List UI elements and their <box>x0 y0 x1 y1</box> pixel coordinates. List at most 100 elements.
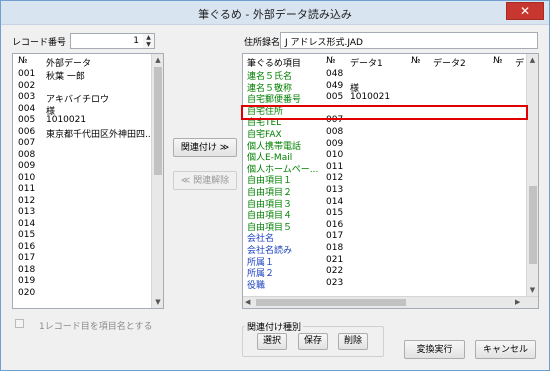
list-item[interactable]: 015 <box>13 230 151 241</box>
record-number-field[interactable]: 1 <box>70 33 144 49</box>
grid-scroll-left-icon[interactable]: ◀ <box>245 298 250 306</box>
table-row[interactable]: 連名５敬称 049 様 <box>243 80 525 94</box>
link-button[interactable]: 関連付け ≫ <box>173 138 237 157</box>
external-data-header: № 外部データ <box>13 54 163 69</box>
col-item: 筆ぐるめ項目 <box>247 59 301 69</box>
grid-vertical-scrollbar[interactable]: ▲ ▼ <box>526 54 538 296</box>
table-row[interactable]: 自宅FAX 008 <box>243 127 525 140</box>
list-item[interactable]: 007 <box>13 138 151 149</box>
unlink-button[interactable]: ≪ 関連解除 <box>173 171 237 190</box>
close-button[interactable]: ✕ <box>506 2 544 20</box>
list-item[interactable]: 008 <box>13 150 151 161</box>
external-data-list[interactable]: № 外部データ 001 秋葉 一郎 002 003 アキバイチロウ 004 様 005 1010… <box>12 53 164 309</box>
grid-horizontal-scrollbar[interactable]: ◀ ▶ <box>243 296 538 308</box>
table-row[interactable]: 自宅郵便番号 005 1010021 <box>243 92 525 105</box>
col-data-1: データ1 <box>350 59 383 69</box>
list-item[interactable]: 018 <box>13 265 151 276</box>
table-row[interactable]: 個人E-Mail 010 <box>243 150 525 163</box>
col-no-3: № <box>493 56 503 66</box>
list-item[interactable]: 010 <box>13 173 151 184</box>
list-item-no: 013 <box>18 207 36 217</box>
table-row[interactable]: 連名５氏名 048 <box>243 69 525 82</box>
selected-row-highlight <box>241 105 528 120</box>
item-no: 015 <box>326 208 344 219</box>
address-book-label: 住所録名 <box>244 38 281 48</box>
table-row[interactable]: 所属２ 022 <box>243 266 525 279</box>
select-button[interactable]: 選択 <box>257 333 287 350</box>
item-no: 018 <box>326 243 344 253</box>
item-no: 021 <box>326 254 344 265</box>
title-bar: 筆ぐるめ - 外部データ読み込み ✕ <box>1 1 549 25</box>
table-row[interactable]: 自由項目３ 014 <box>243 197 525 210</box>
list-item[interactable]: 001 秋葉 一郎 <box>13 69 151 82</box>
grid-scroll-thumb[interactable] <box>529 186 537 264</box>
table-row[interactable]: 役職 023 <box>243 278 525 291</box>
table-row[interactable]: 所属１ 021 <box>243 254 525 268</box>
table-row[interactable]: 個人携帯電話 009 <box>243 139 525 152</box>
list-item-no: 016 <box>18 241 36 252</box>
record-number-stepper[interactable]: ▲ ▼ <box>143 33 155 49</box>
first-record-header-checkbox[interactable] <box>15 319 24 328</box>
item-no: 049 <box>326 80 344 91</box>
list-item-no: 007 <box>18 138 36 148</box>
grid-scroll-right-icon[interactable]: ▶ <box>515 298 520 306</box>
left-list-scrollbar[interactable]: ▲ ▼ <box>151 54 163 308</box>
item-no: 022 <box>326 266 344 277</box>
table-row[interactable]: 会社名読み 018 <box>243 243 525 256</box>
list-item-no: 014 <box>18 218 36 229</box>
address-book-field[interactable]: J アドレス形式.JAD <box>280 32 538 49</box>
list-item-no: 018 <box>18 264 36 275</box>
list-item[interactable]: 004 様 <box>13 103 151 117</box>
table-row[interactable]: 会社名 017 <box>243 231 525 244</box>
first-record-header-label: 1レコード目を項目名とする <box>39 322 153 332</box>
fudegurume-item-grid[interactable]: 筆ぐるめ項目 № データ1 № データ2 № デ 連名５氏名 048 連名５敬称 04… <box>242 53 539 309</box>
list-item[interactable]: 003 アキバイチロウ <box>13 92 151 105</box>
grid-hscroll-thumb[interactable] <box>256 299 406 306</box>
list-item[interactable]: 014 <box>13 219 151 230</box>
cancel-button[interactable]: キャンセル <box>475 340 536 359</box>
list-item-no: 010 <box>18 172 36 183</box>
item-no: 012 <box>326 173 344 184</box>
list-item[interactable]: 019 <box>13 276 151 287</box>
list-item[interactable]: 012 <box>13 196 151 207</box>
list-item[interactable]: 016 <box>13 242 151 253</box>
list-item[interactable]: 005 1010021 <box>13 115 151 126</box>
record-number-value: 1 <box>133 36 139 46</box>
table-row[interactable]: 自由項目２ 013 <box>243 185 525 198</box>
list-item[interactable]: 020 <box>13 288 151 299</box>
list-item-no: 002 <box>18 80 36 91</box>
table-row[interactable]: 自由項目４ 015 <box>243 208 525 221</box>
table-row[interactable]: 自由項目１ 012 <box>243 173 525 186</box>
table-row[interactable]: 自由項目５ 016 <box>243 219 525 233</box>
delete-button[interactable]: 削除 <box>338 333 368 350</box>
scroll-thumb[interactable] <box>154 67 162 175</box>
list-item[interactable]: 002 <box>13 81 151 92</box>
item-no: 008 <box>326 127 344 137</box>
col-no-1: № <box>326 56 336 66</box>
list-item[interactable]: 017 <box>13 253 151 264</box>
list-item-no: 006 <box>18 126 36 137</box>
table-row[interactable]: 個人ホームペー... 011 <box>243 162 525 175</box>
list-item-no: 004 <box>18 103 36 114</box>
col-no-2: № <box>411 56 421 66</box>
address-book-value: J アドレス形式.JAD <box>285 38 363 48</box>
scroll-up-icon[interactable]: ▲ <box>152 56 163 64</box>
list-item-data: 1010021 <box>46 115 87 125</box>
list-item-no: 012 <box>18 195 36 206</box>
grid-header: 筆ぐるめ項目 № データ1 № データ2 № デ <box>243 54 538 69</box>
list-item[interactable]: 011 <box>13 184 151 195</box>
col-data-3: デ <box>515 59 525 69</box>
list-item[interactable]: 006 東京都千代田区外神田四... <box>13 126 154 140</box>
scroll-down-icon[interactable]: ▼ <box>152 298 163 306</box>
list-item[interactable]: 009 <box>13 161 151 172</box>
save-button[interactable]: 保存 <box>298 333 328 350</box>
link-type-group-label: 関連付け種別 <box>245 320 304 333</box>
grid-scroll-up-icon[interactable]: ▲ <box>527 56 538 64</box>
item-no: 016 <box>326 219 344 230</box>
list-item-no: 020 <box>18 287 36 298</box>
list-item-no: 015 <box>18 230 36 240</box>
execute-conversion-button[interactable]: 変換実行 <box>404 340 465 359</box>
col-data-2: データ2 <box>433 59 466 69</box>
list-item[interactable]: 013 <box>13 207 151 218</box>
grid-scroll-down-icon[interactable]: ▼ <box>527 286 538 294</box>
